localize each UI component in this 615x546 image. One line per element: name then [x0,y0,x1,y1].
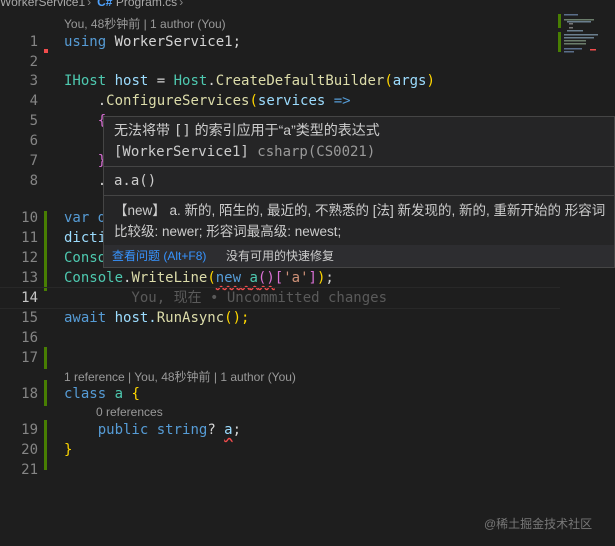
line-number: 7 [29,153,38,169]
line-number: 3 [29,73,38,89]
line-number: 4 [29,93,38,109]
line-number: 18 [21,386,38,402]
divider [104,195,614,196]
line-number: 13 [21,270,38,286]
code-line: 14 You, 现在 • Uncommitted changes [0,288,560,308]
code-line: 19 public string? a; [0,420,560,440]
minimap[interactable] [556,0,615,100]
code-line: 3 IHost host = Host.CreateDefaultBuilder(… [0,71,560,91]
code-line: 21 [0,460,560,480]
symbol-signature: a.a() [114,173,157,189]
code-line: 4 .ConfigureServices(services => [0,91,560,111]
line-number: 15 [21,310,38,326]
no-quick-fix-label: 没有可用的快速修复 [226,249,335,263]
line-number: 5 [29,113,38,129]
git-blame-annotation: You, 现在 • Uncommitted changes [64,290,388,306]
line-number: 14 [21,290,38,306]
watermark: @稀土掘金技术社区 [484,517,593,531]
line-number: 2 [29,54,38,70]
line-number: 8 [29,173,38,189]
view-problem-link[interactable]: 查看问题 (Alt+F8) [112,245,206,267]
codelens-file-author[interactable]: You, 48秒钟前 | 1 author (You) [64,16,226,32]
line-number: 11 [21,230,38,246]
code-line: 17 [0,348,560,368]
codelens-references[interactable]: 0 references [96,404,163,420]
error-hover-tooltip: 无法将带 [] 的索引应用于“a”类型的表达式 [WorkerService1]… [103,116,615,268]
code-line: 2 [0,52,560,72]
code-line: 16 [0,328,560,348]
line-number: 21 [21,462,38,478]
code-line: 13 Console.WriteLine(new a()['a']); [0,268,560,288]
line-number: 6 [29,133,38,149]
line-number: 12 [21,250,38,266]
chevron-right-icon: › [179,0,184,9]
breadcrumb-file[interactable]: Program.cs [116,0,177,9]
code-line: 18 class a { [0,384,560,404]
hover-actions-bar: 查看问题 (Alt+F8) 没有可用的快速修复 [104,245,614,267]
line-number: 10 [21,210,38,226]
codelens-class-a[interactable]: 1 reference | You, 48秒钟前 | 1 author (You… [64,369,296,385]
chevron-right-icon: › [87,0,92,9]
translation-definition: 【new】 a. 新的, 陌生的, 最近的, 不熟悉的 [法] 新发现的, 新的… [114,203,606,239]
line-number: 17 [21,350,38,366]
warning-squiggle[interactable]: a [224,422,232,438]
divider [104,166,614,167]
line-number: 20 [21,442,38,458]
error-source: [WorkerService1] csharp(CS0021) [114,144,376,160]
code-line: 20} [0,440,560,460]
csharp-file-icon: C# [97,0,113,9]
line-number: 16 [21,330,38,346]
line-number: 1 [29,34,38,50]
line-number: 19 [21,422,38,438]
breadcrumb: WorkerService1 › C# Program.cs › [0,0,560,12]
code-line: 1 using WorkerService1; [0,32,560,52]
breadcrumb-project[interactable]: WorkerService1 [0,0,85,9]
code-editor[interactable]: You, 48秒钟前 | 1 author (You) 1 using Worke… [0,12,560,546]
code-line: 15 await host.RunAsync(); [0,308,560,328]
error-message: 无法将带 [] 的索引应用于“a”类型的表达式 [114,122,380,139]
error-squiggle[interactable]: new [216,270,241,286]
